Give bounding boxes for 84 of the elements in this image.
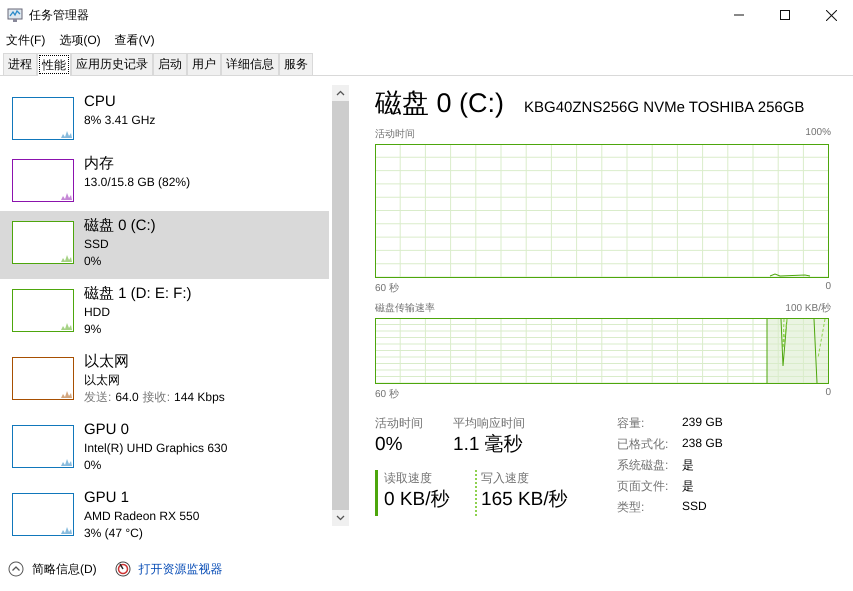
property-label: 已格式化:: [617, 436, 670, 453]
graph-label: 磁盘传输速率: [375, 302, 435, 315]
usage-thumbnail: [12, 493, 74, 536]
menu-item[interactable]: 文件(F): [6, 32, 46, 48]
resource-item[interactable]: 磁盘 0 (C:) SSD 0%: [0, 211, 329, 279]
tab[interactable]: 应用历史记录: [71, 53, 153, 75]
graph-max: 100 KB/秒: [785, 302, 831, 315]
rate-value: 144 Kbps: [174, 389, 225, 406]
resource-item[interactable]: CPU 8% 3.41 GHz: [0, 87, 329, 149]
resource-detail: SSD: [84, 236, 110, 253]
property-value: 是: [682, 478, 695, 495]
property-label: 页面文件:: [617, 478, 670, 495]
resource-detail: 以太网: [84, 372, 121, 389]
property-label: 容量:: [617, 415, 646, 432]
usage-thumbnail: [12, 221, 74, 264]
maximize-icon[interactable]: [780, 10, 790, 20]
resource-item[interactable]: 内存 13.0/15.8 GB (82%): [0, 149, 329, 211]
graph-time: 60 秒: [375, 388, 399, 401]
usage-thumbnail: [12, 97, 74, 140]
resource-name: CPU: [84, 92, 117, 112]
tab[interactable]: 服务: [279, 53, 313, 75]
resource-detail: Intel(R) UHD Graphics 630: [84, 440, 228, 457]
resource-detail: 0%: [84, 253, 102, 270]
usage-thumbnail: [12, 289, 74, 332]
usage-thumbnail: [12, 425, 74, 468]
property-label: 系统磁盘:: [617, 457, 670, 474]
graph-max: 100%: [805, 127, 831, 140]
property-value: 是: [682, 457, 695, 474]
monitor-icon[interactable]: [114, 561, 131, 577]
resource-name: 磁盘 1 (D: E: F:): [84, 284, 192, 304]
disk-title: 磁盘 0 (C:): [375, 87, 504, 120]
scroll-up-icon[interactable]: [336, 90, 345, 96]
collapse-icon[interactable]: [8, 561, 24, 577]
stat-value: 0%: [375, 433, 404, 457]
tab[interactable]: 进程: [3, 53, 37, 75]
stat-label: 平均响应时间: [453, 415, 526, 432]
resource-name: 磁盘 0 (C:): [84, 216, 156, 236]
stat-value: 0 KB/秒: [384, 488, 450, 512]
resource-name: 以太网: [84, 352, 130, 372]
rate-label: 发送:: [84, 389, 112, 406]
summary-link[interactable]: 简略信息(D): [32, 560, 97, 578]
scroll-down-icon[interactable]: [336, 515, 345, 521]
resource-name: 内存: [84, 154, 115, 174]
stat-value: 1.1 毫秒: [453, 432, 524, 457]
window-title: 任务管理器: [29, 6, 89, 24]
graph-min: 0: [825, 281, 831, 294]
resource-detail: 8% 3.41 GHz: [84, 112, 156, 129]
resource-detail: 0%: [84, 457, 102, 474]
tab[interactable]: 性能: [37, 53, 71, 76]
stat-label: 读取速度: [384, 470, 433, 487]
resource-monitor-link[interactable]: 打开资源监视器: [138, 560, 223, 578]
rate-label: 接收:: [142, 389, 170, 406]
close-icon[interactable]: [826, 10, 837, 20]
tab[interactable]: 启动: [153, 53, 187, 75]
property-label: 类型:: [617, 499, 646, 516]
stat-label: 写入速度: [481, 470, 530, 487]
stat-label: 活动时间: [375, 415, 424, 432]
tab[interactable]: 详细信息: [221, 53, 279, 75]
resource-item[interactable]: 磁盘 1 (D: E: F:) HDD 9%: [0, 279, 329, 347]
rate-value: 64.0: [115, 389, 139, 406]
resource-item[interactable]: GPU 1 AMD Radeon RX 550 3% (47 °C): [0, 483, 329, 547]
resource-detail: AMD Radeon RX 550: [84, 508, 200, 525]
graph-label: 活动时间: [375, 128, 415, 141]
property-value: 239 GB: [682, 415, 723, 431]
resource-detail: HDD: [84, 304, 111, 321]
property-value: 238 GB: [682, 436, 723, 452]
graph-min: 0: [825, 387, 831, 400]
usage-thumbnail: [12, 159, 74, 202]
graph-time: 60 秒: [375, 282, 399, 295]
stat-value: 165 KB/秒: [481, 488, 569, 512]
usage-thumbnail: [12, 357, 74, 400]
resource-detail: 9%: [84, 321, 102, 338]
property-value: SSD: [682, 499, 708, 515]
disk-model: KBG40ZNS256G NVMe TOSHIBA 256GB: [524, 99, 804, 116]
tab[interactable]: 用户: [187, 53, 221, 75]
menu-item[interactable]: 选项(O): [59, 32, 101, 48]
resource-item[interactable]: 以太网 以太网 发送: 64.0 接收: 144 Kbps: [0, 347, 329, 415]
resource-detail: 3% (47 °C): [84, 525, 144, 542]
menu-item[interactable]: 查看(V): [114, 32, 155, 48]
app-icon: [7, 7, 23, 23]
resource-item[interactable]: GPU 0 Intel(R) UHD Graphics 630 0%: [0, 415, 329, 483]
resource-detail: 13.0/15.8 GB (82%): [84, 174, 190, 191]
resource-name: GPU 1: [84, 488, 130, 508]
resource-name: GPU 0: [84, 420, 130, 440]
